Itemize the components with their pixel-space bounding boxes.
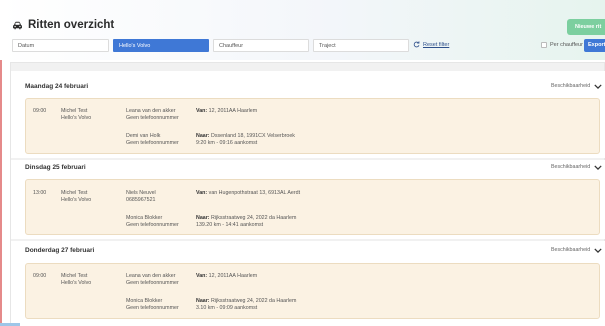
dropoff-phone: Geen telefoonnummer [126, 222, 179, 228]
availability-toggle[interactable]: Beschikbaarheid [551, 247, 602, 253]
per-chauffeur-toggle[interactable]: Per chauffeur [541, 42, 583, 48]
ride-vehicle: Hello's Volvo [61, 197, 92, 203]
ride-card[interactable]: 09:00 Michel Test Hello's Volvo Leana va… [25, 263, 600, 319]
pickup-address-text: 12, 2011AA Haarlem [208, 273, 258, 279]
route-filter-input[interactable]: Traject [313, 39, 409, 52]
availability-label: Beschikbaarheid [551, 247, 591, 253]
dropoff-phone: Geen telefoonnummer [126, 305, 179, 311]
page-title: Ritten overzicht [28, 19, 115, 31]
dropoff-eta: 3.10 km - 09:09 aankomst [196, 305, 258, 311]
ride-time: 09:00 [33, 273, 47, 279]
ride-vehicle: Hello's Volvo [61, 280, 92, 286]
reset-filter-label: Reset filter [423, 41, 450, 48]
chevron-down-icon [594, 164, 602, 170]
availability-label: Beschikbaarheid [551, 83, 591, 89]
top-bar: Ritten overzicht Nieuwe rit Datum Hello'… [0, 0, 605, 60]
day-title: Dinsdag 25 februari [25, 164, 86, 171]
availability-toggle[interactable]: Beschikbaarheid [551, 83, 602, 89]
dropoff-address-text: Dssenland 18, 1991CX Velserbroek [211, 133, 295, 139]
dropoff-phone: Geen telefoonnummer [126, 140, 179, 146]
pickup-address: Van: 12, 2011AA Haarlem [196, 108, 257, 116]
pickup-phone: Geen telefoonnummer [126, 280, 179, 286]
day-section: Maandag 24 februari Beschikbaarheid 09:0… [11, 71, 605, 158]
pickup-address: Van: 12, 2011AA Haarlem [196, 273, 257, 281]
pickup-address-text: van Hugenpothstraat 13, 6913AL Aerdt [208, 190, 301, 196]
chevron-down-icon [594, 247, 602, 253]
pickup-phone: 0685967521 [126, 197, 156, 203]
export-button[interactable]: Export [584, 39, 605, 52]
title-area: Ritten overzicht [12, 19, 114, 31]
pickup-phone: Geen telefoonnummer [126, 115, 179, 121]
new-ride-button[interactable]: Nieuwe rit [567, 19, 605, 35]
day-title: Maandag 24 februari [25, 83, 89, 90]
dropoff-eta: 139.20 km - 14:41 aankomst [196, 222, 264, 228]
availability-label: Beschikbaarheid [551, 164, 591, 170]
day-title: Donderdag 27 februari [25, 247, 95, 254]
day-section: Dinsdag 25 februari Beschikbaarheid 13:0… [11, 160, 605, 239]
per-chauffeur-label: Per chauffeur [550, 42, 583, 48]
day-section: Donderdag 27 februari Beschikbaarheid 09… [11, 241, 605, 326]
ride-card[interactable]: 09:00 Michel Test Hello's Volvo Leana va… [25, 98, 600, 154]
availability-toggle[interactable]: Beschikbaarheid [551, 164, 602, 170]
dropoff-address-text: Rijksstraatweg 24, 2022 da Haarlem [211, 298, 297, 304]
ride-vehicle: Hello's Volvo [61, 115, 92, 121]
from-label: Van: [196, 190, 208, 196]
per-chauffeur-checkbox[interactable] [541, 42, 547, 48]
pickup-address-text: 12, 2011AA Haarlem [208, 108, 258, 114]
refresh-icon [413, 41, 420, 48]
driver-filter-select[interactable]: Chauffeur [213, 39, 309, 52]
chevron-down-icon [594, 83, 602, 89]
to-label: Naar: [196, 215, 210, 221]
reset-filter-link[interactable]: Reset filter [413, 41, 449, 48]
dropoff-eta: 9:20 km - 09:16 aankomst [196, 140, 258, 146]
ride-time: 13:00 [33, 190, 47, 196]
ride-card[interactable]: 13:00 Michel Test Hello's Volvo Niels Ne… [25, 179, 600, 235]
ride-time: 09:00 [33, 108, 47, 114]
to-label: Naar: [196, 133, 210, 139]
date-filter-input[interactable]: Datum [12, 39, 109, 52]
to-label: Naar: [196, 298, 210, 304]
dropoff-address-text: Rijksstraatweg 24, 2022 da Haarlem [211, 215, 297, 221]
pickup-address: Van: van Hugenpothstraat 13, 6913AL Aerd… [196, 190, 300, 198]
rides-list: Maandag 24 februari Beschikbaarheid 09:0… [10, 62, 605, 326]
vehicle-filter-select[interactable]: Hello's Volvo [113, 39, 209, 52]
car-icon [13, 21, 22, 29]
from-label: Van: [196, 273, 208, 279]
from-label: Van: [196, 108, 208, 114]
